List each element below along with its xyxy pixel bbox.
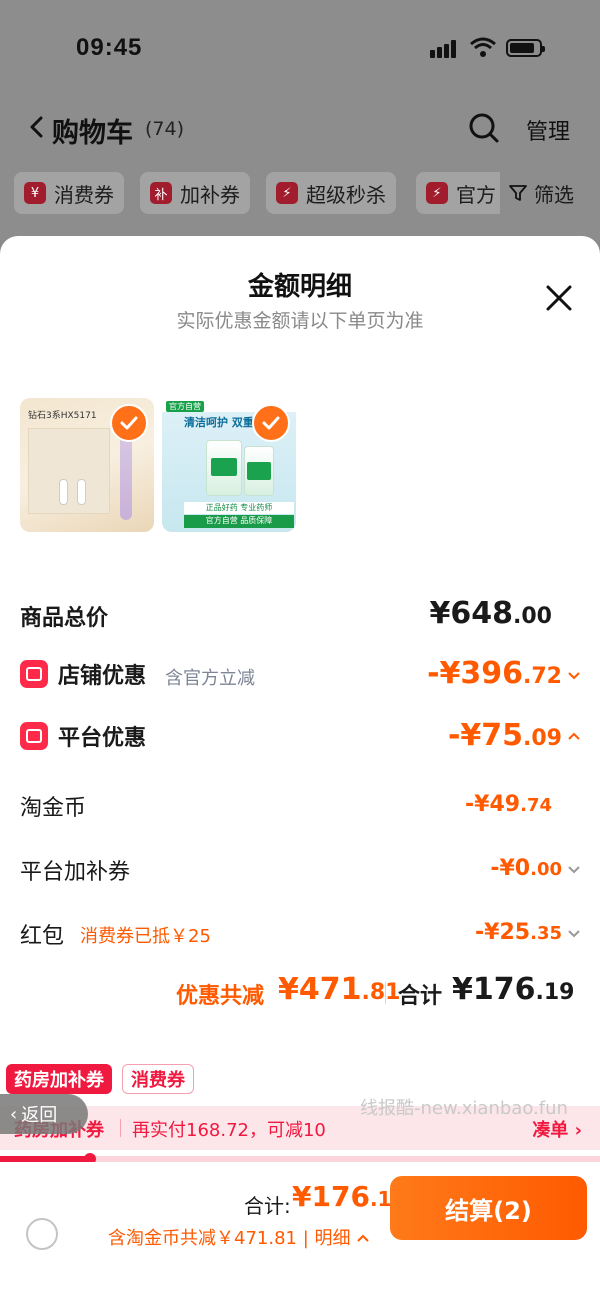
row-label: 淘金币	[20, 796, 87, 821]
chip-label: 官方	[456, 182, 496, 207]
brush-heads-image	[28, 428, 110, 514]
total-amount: ¥176.19	[452, 972, 575, 1007]
total-label: 合计	[398, 984, 443, 1009]
row-value: -¥75.09	[448, 718, 580, 753]
bottle-label	[247, 462, 271, 480]
page-title: 购物车	[52, 118, 133, 149]
tab-consumer-coupon[interactable]: 消费券	[122, 1064, 194, 1094]
chevron-down-icon	[568, 671, 580, 679]
manage-button[interactable]: 管理	[526, 114, 570, 146]
cart-page-background: 09:45 购物车 (74) 管理 ¥ 消费券 补 加补券 ⚡ 超级秒杀 ⚡ 官…	[0, 0, 600, 240]
status-time: 09:45	[76, 34, 143, 61]
chip-label: 加补券	[180, 182, 240, 207]
flash-icon: ⚡	[426, 182, 448, 204]
row-red-packet[interactable]: 红包 消费券已抵￥25 -¥25.35	[20, 914, 580, 954]
selected-check-icon	[110, 404, 148, 442]
subsidy-icon: 补	[150, 182, 172, 204]
back-label: 返回	[21, 1105, 58, 1126]
cart-count: (74)	[145, 118, 185, 140]
row-label: 平台优惠	[58, 726, 147, 751]
checkout-footer: 合计: ¥176.19 含淘金币共减￥471.81 | 明细 结算(2)	[0, 1162, 600, 1304]
chip-label: 超级秒杀	[306, 182, 386, 207]
chip-official[interactable]: ⚡ 官方	[416, 172, 506, 214]
row-value: ¥648.00	[429, 596, 552, 631]
back-chevron-icon[interactable]	[26, 116, 48, 138]
filter-chips: ¥ 消费券 补 加补券 ⚡ 超级秒杀 ⚡ 官方 筛选	[0, 172, 600, 216]
status-bar: 09:45	[0, 0, 600, 90]
flash-icon: ⚡	[276, 182, 298, 204]
amount-detail-sheet: 金额明细 实际优惠金额请以下单页为准 钻石3系HX5171 官方自营 清洁呵护 …	[0, 236, 600, 1304]
row-platform-subsidy[interactable]: 平台加补券 -¥0.00	[20, 850, 580, 890]
footer-total-amount: ¥176.19	[292, 1180, 406, 1213]
official-badge: 官方自营	[166, 401, 204, 412]
divider	[385, 982, 386, 1004]
footer-detail-link[interactable]: 含淘金币共减￥471.81 | 明细	[108, 1224, 369, 1250]
coupon-icon: ¥	[24, 182, 46, 204]
product-strip: 正品好药 专业药师	[184, 502, 294, 514]
chip-subsidy[interactable]: 补 加补券	[140, 172, 250, 214]
summary-row: 优惠共减 ¥471.81 合计 ¥176.19	[0, 972, 600, 1012]
row-value: -¥25.35	[475, 920, 580, 945]
divider	[120, 1119, 121, 1137]
row-platform-discount[interactable]: 平台优惠 -¥75.09	[20, 718, 580, 758]
row-value: -¥49.74	[465, 792, 552, 817]
chip-flash-sale[interactable]: ⚡ 超级秒杀	[266, 172, 396, 214]
product-strip: 官方自营 品质保障	[184, 515, 294, 528]
filter-button[interactable]: 筛选	[500, 172, 574, 214]
chip-label: 消费券	[54, 182, 114, 207]
chip-coupon[interactable]: ¥ 消费券	[14, 172, 124, 214]
platform-icon	[20, 722, 48, 750]
row-store-discount[interactable]: 店铺优惠 含官方立减 -¥396.72	[20, 656, 580, 696]
row-note: 含官方立减	[165, 668, 255, 689]
filter-label: 筛选	[534, 182, 574, 207]
chevron-down-icon	[568, 930, 580, 938]
row-value: -¥0.00	[490, 856, 580, 881]
battery-icon	[506, 39, 545, 57]
row-goods-total: 商品总价 ¥648.00	[20, 596, 580, 636]
tab-pharmacy-subsidy[interactable]: 药房加补券	[6, 1064, 112, 1094]
funnel-icon	[509, 185, 527, 201]
saved-label: 优惠共减	[176, 984, 265, 1009]
cart-header: 购物车 (74) 管理	[0, 100, 600, 156]
sheet-title: 金额明细	[247, 272, 352, 302]
sheet-subtitle: 实际优惠金额请以下单页为准	[176, 310, 424, 332]
chevron-down-icon	[568, 866, 580, 874]
search-icon[interactable]	[468, 112, 500, 144]
row-taojinbi: 淘金币 -¥49.74	[20, 786, 580, 826]
row-note: 消费券已抵￥25	[80, 926, 211, 947]
chevron-up-icon	[356, 1234, 369, 1242]
wifi-icon	[470, 37, 496, 57]
product-thumbnail-solution[interactable]: 官方自营 清洁呵护 双重 正品好药 专业药师 官方自营 品质保障	[162, 398, 296, 532]
row-label: 商品总价	[20, 606, 109, 631]
row-label: 店铺优惠	[58, 664, 147, 689]
store-icon	[20, 660, 48, 688]
row-value: -¥396.72	[427, 656, 580, 691]
row-label: 平台加补券	[20, 860, 131, 885]
bottle-label	[211, 458, 237, 476]
footer-total-label: 合计:	[244, 1194, 291, 1218]
selected-check-icon	[252, 404, 290, 442]
select-all-radio[interactable]	[26, 1218, 58, 1250]
product-thumbnail-toothbrush[interactable]: 钻石3系HX5171	[20, 398, 154, 532]
row-label: 红包	[20, 924, 65, 949]
chevron-up-icon	[568, 732, 580, 740]
chevron-left-icon: ‹	[10, 1103, 18, 1125]
cellular-signal-icon	[430, 40, 462, 58]
saved-amount: ¥471.81	[278, 972, 401, 1007]
close-icon[interactable]	[545, 284, 573, 312]
back-button[interactable]: ‹ 返回	[0, 1094, 88, 1134]
watermark: 线报酷-new.xianbao.fun	[360, 1098, 568, 1119]
checkout-button[interactable]: 结算(2)	[390, 1176, 587, 1240]
promo-hint: 再实付168.72，可减10	[132, 1120, 326, 1141]
product-thumb-title: 钻石3系HX5171	[28, 411, 97, 421]
product-headline: 清洁呵护 双重	[184, 416, 254, 429]
